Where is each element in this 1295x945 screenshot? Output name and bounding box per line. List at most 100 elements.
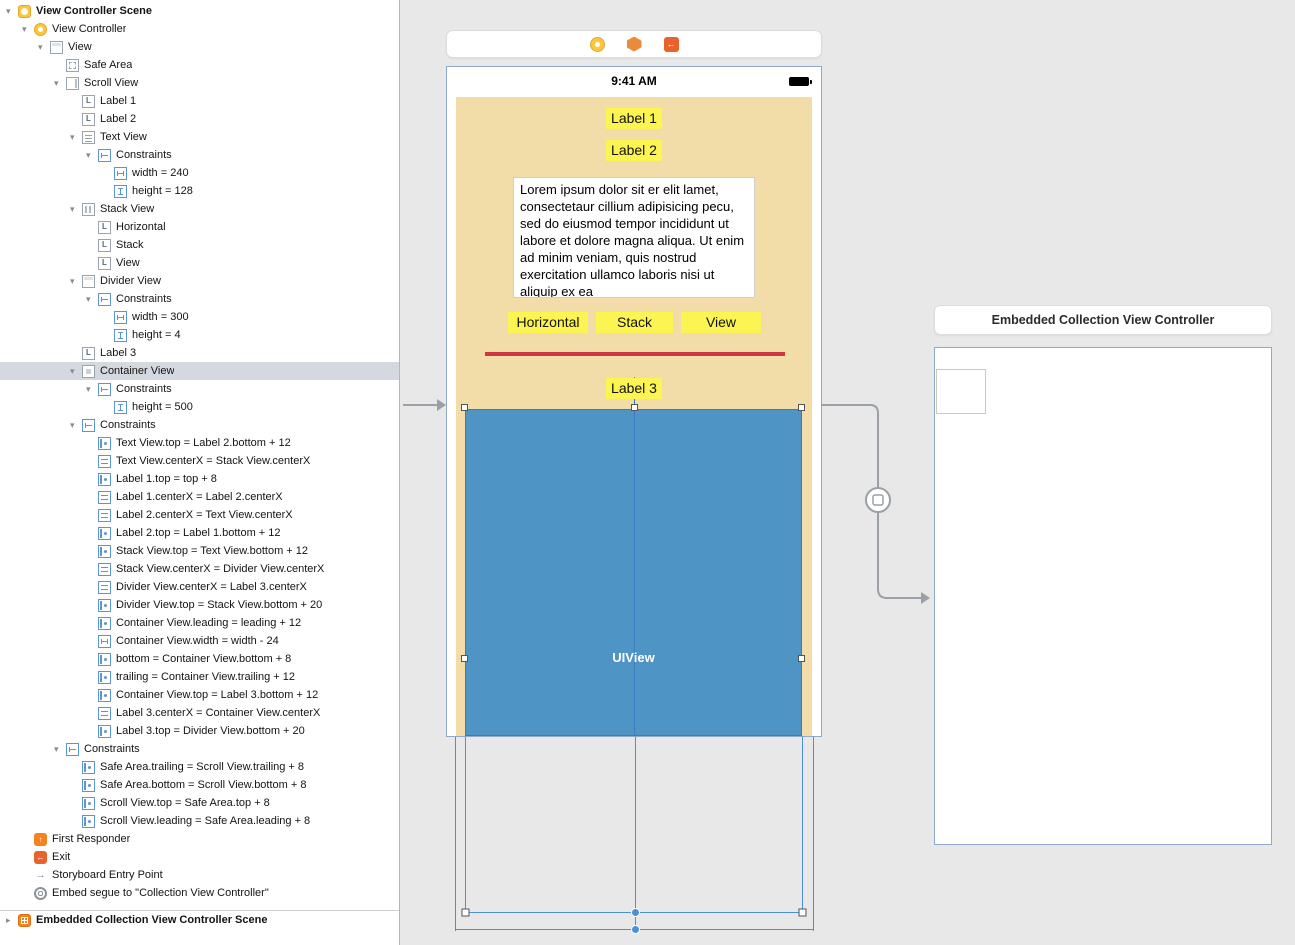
resize-handle[interactable] [461,908,470,917]
embedded-collection-view-canvas[interactable] [934,347,1272,845]
outline-row[interactable]: Label 2.top = Label 1.bottom + 12 [0,524,399,542]
size-w-icon [98,634,111,648]
outline-row[interactable]: Stack View.top = Text View.bottom + 12 [0,542,399,560]
outline-row[interactable]: ▾ Divider View [0,272,399,290]
disclosure-triangle[interactable]: ▾ [54,74,66,92]
disclosure-triangle[interactable]: ▾ [70,128,82,146]
outline-row[interactable]: height = 500 [0,398,399,416]
outline-row[interactable]: ▾ Constraints [0,380,399,398]
outline-row[interactable]: Stack [0,236,399,254]
outline-row[interactable]: Container View.top = Label 3.bottom + 12 [0,686,399,704]
disclosure-triangle[interactable]: ▾ [70,362,82,380]
stack-label-view[interactable]: View [681,312,761,333]
disclosure-triangle[interactable]: ▾ [70,200,82,218]
outline-row[interactable]: ▾ View [0,38,399,56]
disclosure-triangle[interactable]: ▾ [22,20,34,38]
disclosure-triangle[interactable]: ▸ [6,911,18,929]
scroll-view-content[interactable]: Label 1 Label 2 Lorem ipsum dolor sit er… [456,97,812,736]
outline-row[interactable]: ▾ Constraints [0,416,399,434]
resize-handle[interactable] [798,404,805,411]
embed-segue-line[interactable] [822,404,922,599]
outline-row[interactable]: Label 1 [0,92,399,110]
outline-row[interactable]: ▾ Scroll View [0,74,399,92]
view-controller-canvas[interactable]: 9:41 AM Label 1 Label 2 Lorem ipsum dolo… [446,66,822,737]
outline-row[interactable]: ▾ View Controller Scene [0,2,399,20]
outline-row[interactable]: Text View.top = Label 2.bottom + 12 [0,434,399,452]
outline-row[interactable]: Label 3.centerX = Container View.centerX [0,704,399,722]
resize-handle[interactable] [631,404,638,411]
label-2[interactable]: Label 2 [606,140,662,161]
outline-row[interactable]: height = 128 [0,182,399,200]
outline-row[interactable]: Embed segue to "Collection View Controll… [0,884,399,902]
outline-row[interactable]: Exit [0,848,399,866]
outline-row[interactable]: Horizontal [0,218,399,236]
embed-segue-badge[interactable] [865,487,891,513]
label-3[interactable]: Label 3 [606,378,662,399]
outline-row[interactable]: Label 3 [0,344,399,362]
disclosure-triangle[interactable]: ▾ [86,290,98,308]
constraints-icon [82,418,95,432]
disclosure-triangle[interactable]: ▾ [70,272,82,290]
first-responder-icon[interactable] [626,36,642,52]
outline-row[interactable]: Label 1.centerX = Label 2.centerX [0,488,399,506]
outline-row[interactable]: Safe Area.trailing = Scroll View.trailin… [0,758,399,776]
outline-row[interactable]: Scroll View.leading = Safe Area.leading … [0,812,399,830]
outline-row[interactable]: bottom = Container View.bottom + 8 [0,650,399,668]
outline-row[interactable]: Divider View.centerX = Label 3.centerX [0,578,399,596]
outline-row[interactable]: ▸ Embedded Collection View Controller Sce… [0,910,399,929]
align-icon [98,454,111,468]
text-view[interactable]: Lorem ipsum dolor sit er elit lamet, con… [513,177,755,298]
outline-row[interactable]: ▾ Constraints [0,146,399,164]
disclosure-triangle[interactable]: ▾ [70,416,82,434]
outline-row[interactable]: Safe Area [0,56,399,74]
outline-row[interactable]: trailing = Container View.trailing + 12 [0,668,399,686]
outline-row[interactable]: width = 240 [0,164,399,182]
label-icon [98,256,111,270]
collection-view-cell[interactable] [936,369,986,414]
view-controller-icon[interactable] [589,36,605,52]
exit-icon[interactable] [663,36,679,52]
outline-row[interactable]: Storyboard Entry Point [0,866,399,884]
resize-handle[interactable] [798,655,805,662]
embedded-vc-title-bar[interactable]: Embedded Collection View Controller [934,305,1272,335]
disclosure-triangle[interactable]: ▾ [38,38,50,56]
outline-row[interactable]: ▾ Stack View [0,200,399,218]
outline-row[interactable]: Divider View.top = Stack View.bottom + 2… [0,596,399,614]
stack-label-horizontal[interactable]: Horizontal [508,312,588,333]
resize-handle[interactable] [461,655,468,662]
stack-label-stack[interactable]: Stack [596,312,673,333]
outline-row[interactable]: Container View.leading = leading + 12 [0,614,399,632]
outline-row-label: Label 3.top = Divider View.bottom + 20 [116,725,305,737]
outline-row[interactable]: ▾ View Controller [0,20,399,38]
outline-row[interactable]: View [0,254,399,272]
constraint-anchor[interactable] [631,908,640,917]
disclosure-triangle[interactable]: ▾ [86,380,98,398]
outline-row[interactable]: ▾ Constraints [0,740,399,758]
divider-view[interactable] [485,352,785,356]
disclosure-triangle[interactable]: ▾ [86,146,98,164]
outline-row[interactable]: Text View.centerX = Stack View.centerX [0,452,399,470]
outline-row[interactable]: Label 2 [0,110,399,128]
resize-handle[interactable] [798,908,807,917]
disclosure-triangle[interactable]: ▾ [54,740,66,758]
disclosure-triangle[interactable]: ▾ [6,2,18,20]
outline-row[interactable]: ▾ Constraints [0,290,399,308]
label-1[interactable]: Label 1 [606,108,662,129]
constraint-anchor[interactable] [631,925,640,934]
outline-row[interactable]: ▾ Container View [0,362,399,380]
outline-row[interactable]: Container View.width = width - 24 [0,632,399,650]
outline-row-label: Container View.leading = leading + 12 [116,617,302,629]
outline-row[interactable]: Stack View.centerX = Divider View.center… [0,560,399,578]
outline-row[interactable]: width = 300 [0,308,399,326]
outline-row[interactable]: Label 2.centerX = Text View.centerX [0,506,399,524]
outline-row[interactable]: Label 1.top = top + 8 [0,470,399,488]
outline-row-label: bottom = Container View.bottom + 8 [116,653,292,665]
resize-handle[interactable] [461,404,468,411]
outline-row[interactable]: ▾ Text View [0,128,399,146]
outline-row-label: Label 3 [100,347,137,359]
outline-row[interactable]: First Responder [0,830,399,848]
outline-row[interactable]: Label 3.top = Divider View.bottom + 20 [0,722,399,740]
outline-row[interactable]: Safe Area.bottom = Scroll View.bottom + … [0,776,399,794]
outline-row[interactable]: height = 4 [0,326,399,344]
outline-row[interactable]: Scroll View.top = Safe Area.top + 8 [0,794,399,812]
